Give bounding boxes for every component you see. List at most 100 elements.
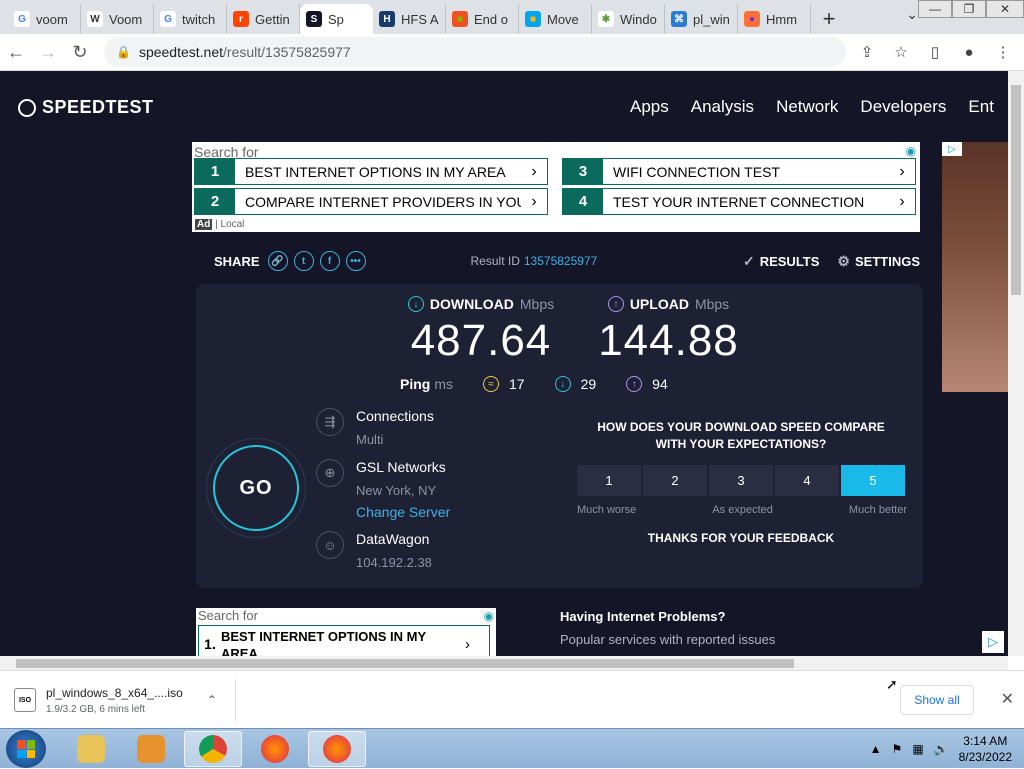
- twitter-icon[interactable]: t: [293, 251, 314, 271]
- more-icon[interactable]: •••: [345, 251, 366, 271]
- problems-heading[interactable]: Having Internet Problems?: [560, 609, 775, 624]
- download-metric: ↓ DOWNLOAD Mbps 487.64: [401, 296, 561, 366]
- link-icon[interactable]: 🔗: [267, 251, 288, 271]
- browser-tab[interactable]: H HFS A: [373, 4, 446, 34]
- start-button[interactable]: [6, 730, 46, 768]
- browser-tab[interactable]: Gtwitch: [154, 4, 227, 34]
- result-id-value[interactable]: 13575825977: [524, 254, 597, 268]
- rating-option-1[interactable]: 1: [577, 465, 641, 496]
- taskbar-firefox-2[interactable]: [308, 731, 366, 767]
- go-button[interactable]: GO: [206, 438, 306, 538]
- nav-apps[interactable]: Apps: [630, 97, 669, 117]
- bottom-search-ad[interactable]: Search for ◉ 1. BEST INTERNET OPTIONS IN…: [196, 608, 496, 656]
- new-tab-button[interactable]: +: [811, 4, 847, 34]
- scroll-thumb[interactable]: [16, 659, 794, 668]
- settings-button[interactable]: ⚙ SETTINGS: [837, 253, 920, 270]
- ad-item-number: 1.: [204, 636, 216, 652]
- rating-option-5[interactable]: 5: [841, 465, 905, 496]
- tray-expand-icon[interactable]: ▲: [870, 742, 882, 756]
- browser-tab[interactable]: ● Hmm: [738, 4, 811, 34]
- side-banner-ad[interactable]: ▷: [942, 142, 1008, 392]
- ad-choices-icon[interactable]: ▷: [942, 142, 962, 156]
- restore-icon[interactable]: ❐: [952, 0, 986, 18]
- connections-info: ⇶ Connections Multi: [316, 408, 434, 447]
- profile-avatar-icon[interactable]: ●: [956, 39, 982, 65]
- chevron-right-icon: ›: [899, 192, 905, 210]
- ad-item-text: TEST YOUR INTERNET CONNECTION: [613, 193, 865, 210]
- upload-label: UPLOAD: [629, 296, 689, 312]
- rating-option-2[interactable]: 2: [643, 465, 707, 496]
- browser-tab[interactable]: ⌘ pl_win: [665, 4, 738, 34]
- rating-option-3[interactable]: 3: [709, 465, 773, 496]
- browser-tab[interactable]: ■ Move: [519, 4, 592, 34]
- browser-tab[interactable]: ■ End o: [446, 4, 519, 34]
- scroll-thumb[interactable]: [1011, 85, 1021, 295]
- ad-item-1[interactable]: 1. BEST INTERNET OPTIONS IN MY AREA ›: [198, 625, 490, 656]
- upload-arrow-icon: ↑: [607, 296, 624, 312]
- browser-tab[interactable]: Gvoom: [8, 4, 81, 34]
- tab-search-chevron-icon[interactable]: ⌄: [906, 6, 918, 23]
- windows-logo-icon: [17, 740, 35, 758]
- network-icon[interactable]: ▦: [912, 742, 923, 756]
- url-field[interactable]: 🔒 speedtest.net/result/13575825977: [104, 37, 846, 67]
- feedback-thanks: THANKS FOR YOUR FEEDBACK: [647, 531, 835, 545]
- ad-search-for: Search for: [198, 608, 258, 623]
- vertical-scrollbar[interactable]: [1008, 71, 1024, 656]
- taskbar-firefox[interactable]: [246, 731, 304, 767]
- ad-item-3[interactable]: 3 WIFI CONNECTION TEST ›: [562, 158, 916, 185]
- results-label: RESULTS: [759, 253, 820, 269]
- side-panel-icon[interactable]: ▯: [922, 39, 948, 65]
- taskbar-media-player[interactable]: [122, 731, 180, 767]
- rating-low-label: Much worse: [577, 504, 637, 516]
- rating-scale: 1 2 3 4 5: [577, 465, 905, 496]
- server-info: ⊕ GSL Networks New York, NY Change Serve…: [316, 459, 450, 520]
- horizontal-scrollbar[interactable]: [0, 656, 1008, 670]
- browser-tab[interactable]: r Gettin: [227, 4, 300, 34]
- show-all-button[interactable]: Show all: [900, 685, 974, 715]
- rating-option-4[interactable]: 4: [775, 465, 839, 496]
- top-search-ad[interactable]: Search for ◉ 1 BEST INTERNET OPTIONS IN …: [192, 142, 920, 232]
- clock[interactable]: 3:14 AM 8/23/2022: [959, 733, 1012, 765]
- ad-item-4[interactable]: 4 TEST YOUR INTERNET CONNECTION ›: [562, 188, 916, 215]
- results-button[interactable]: ✓ RESULTS: [743, 253, 819, 270]
- reload-icon[interactable]: ↻: [64, 36, 96, 68]
- browser-tab[interactable]: W Voom: [81, 4, 154, 34]
- browser-tab[interactable]: ✱ Windo: [592, 4, 665, 34]
- share-page-icon[interactable]: ⇪: [854, 39, 880, 65]
- rating-labels: Much worse As expected Much better: [577, 504, 907, 516]
- ad-item-1[interactable]: 1 BEST INTERNET OPTIONS IN MY AREA ›: [194, 158, 548, 185]
- back-icon[interactable]: ←: [0, 36, 32, 68]
- browser-tab[interactable]: S Sp: [300, 4, 373, 34]
- action-center-icon[interactable]: ⚑: [892, 742, 903, 756]
- close-icon[interactable]: ✕: [1001, 689, 1014, 709]
- ad-item-2[interactable]: 2 COMPARE INTERNET PROVIDERS IN YOUR ›: [194, 188, 548, 215]
- url-host: speedtest.net: [138, 44, 224, 60]
- minimize-icon[interactable]: —: [918, 0, 952, 18]
- menu-kebab-icon[interactable]: ⋮: [990, 39, 1016, 65]
- taskbar-chrome[interactable]: [184, 731, 242, 767]
- upload-metric: ↑ UPLOAD Mbps 144.88: [596, 296, 741, 366]
- ad-item-number: 2: [195, 189, 235, 214]
- tab-favicon-icon: ■: [525, 11, 541, 27]
- connections-value[interactable]: Multi: [356, 432, 434, 447]
- speedtest-logo[interactable]: SPEEDTEST: [18, 97, 154, 118]
- nav-analysis[interactable]: Analysis: [691, 97, 754, 117]
- nav-enterprise[interactable]: Ent: [968, 97, 994, 117]
- volume-icon[interactable]: 🔊: [934, 742, 949, 756]
- close-window-icon[interactable]: ✕: [986, 0, 1024, 18]
- nav-developers[interactable]: Developers: [860, 97, 946, 117]
- bookmark-star-icon[interactable]: ☆: [888, 39, 914, 65]
- facebook-icon[interactable]: f: [319, 251, 340, 271]
- change-server-link[interactable]: Change Server: [356, 504, 450, 520]
- taskbar-explorer[interactable]: [62, 731, 120, 767]
- forward-icon[interactable]: →: [32, 36, 64, 68]
- firefox-icon: [261, 735, 289, 763]
- ad-choices-icon[interactable]: ◉: [484, 609, 494, 623]
- tab-favicon-icon: W: [87, 11, 103, 27]
- download-item[interactable]: ISO pl_windows_8_x64_....iso 1.9/3.2 GB,…: [14, 679, 236, 721]
- nav-network[interactable]: Network: [776, 97, 838, 117]
- ad-item-text: BEST INTERNET OPTIONS IN MY AREA: [221, 629, 426, 656]
- ad-choices-icon[interactable]: ◉: [906, 144, 916, 158]
- chevron-up-icon[interactable]: ⌃: [207, 693, 217, 707]
- ad-choices-icon[interactable]: ▷: [982, 631, 1004, 653]
